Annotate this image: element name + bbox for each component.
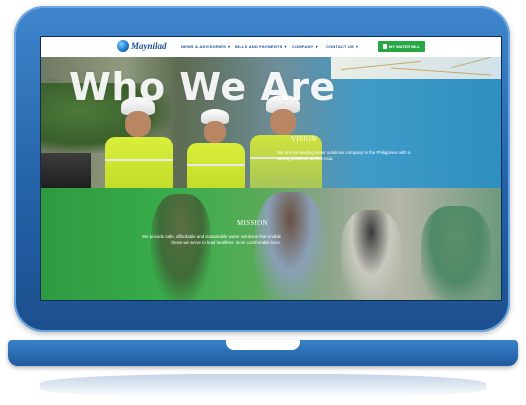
bill-document-icon (382, 44, 387, 49)
laptop-notch (226, 340, 300, 350)
blurred-person-4 (421, 206, 491, 300)
who-we-are-heading: Who We Are (69, 65, 336, 109)
logo-globe-icon (117, 40, 129, 52)
worker-2 (183, 109, 249, 188)
nav-company-label: COMPANY (292, 44, 314, 49)
mission-text: We provide safe, affordable and sustaina… (142, 234, 281, 245)
logo-text: Maynilad (131, 41, 167, 51)
nav-bills-payments[interactable]: BILLS AND PAYMENTS ▾ (235, 44, 287, 49)
vision-title: VISION (291, 135, 317, 143)
chevron-down-icon: ▾ (315, 44, 318, 49)
worker-1 (101, 97, 181, 188)
nav-contact-label: CONTACT US (326, 44, 354, 49)
laptop-reflection (40, 374, 486, 398)
chevron-down-icon: ▾ (228, 44, 231, 49)
chevron-down-icon: ▾ (284, 44, 287, 49)
chevron-down-icon: ▾ (355, 44, 359, 49)
nav-news-advisories[interactable]: NEWS & ADVISORIES ▾ (181, 44, 230, 49)
nav-contact-us[interactable]: CONTACT US ▾ (326, 44, 358, 49)
dateline: July 2017 (45, 78, 60, 82)
machine-background (41, 153, 91, 188)
nav-news-label: NEWS & ADVISORIES (181, 44, 227, 49)
my-water-bill-button[interactable]: MY WATER BILL (378, 41, 425, 52)
map-strip (331, 57, 501, 79)
website-screen: Maynilad NEWS & ADVISORIES ▾ BILLS AND PA… (40, 36, 502, 301)
bill-button-label: MY WATER BILL (388, 44, 421, 49)
site-logo[interactable]: Maynilad (117, 40, 167, 52)
blurred-person-3 (341, 210, 401, 300)
top-navigation: Maynilad NEWS & ADVISORIES ▾ BILLS AND PA… (41, 37, 501, 58)
blurred-person-2 (255, 192, 325, 300)
blurred-person-1 (151, 194, 211, 300)
nav-bills-label: BILLS AND PAYMENTS (235, 44, 283, 49)
vision-text: We are the leading water solutions compa… (277, 150, 411, 161)
laptop-base (8, 340, 518, 366)
mission-section: MISSION We provide safe, affordable and … (41, 188, 501, 300)
mission-title: MISSION (237, 219, 268, 227)
nav-company[interactable]: COMPANY ▾ (292, 44, 318, 49)
vision-section: July 2017 Who We Are VISION We are the l… (41, 57, 501, 188)
